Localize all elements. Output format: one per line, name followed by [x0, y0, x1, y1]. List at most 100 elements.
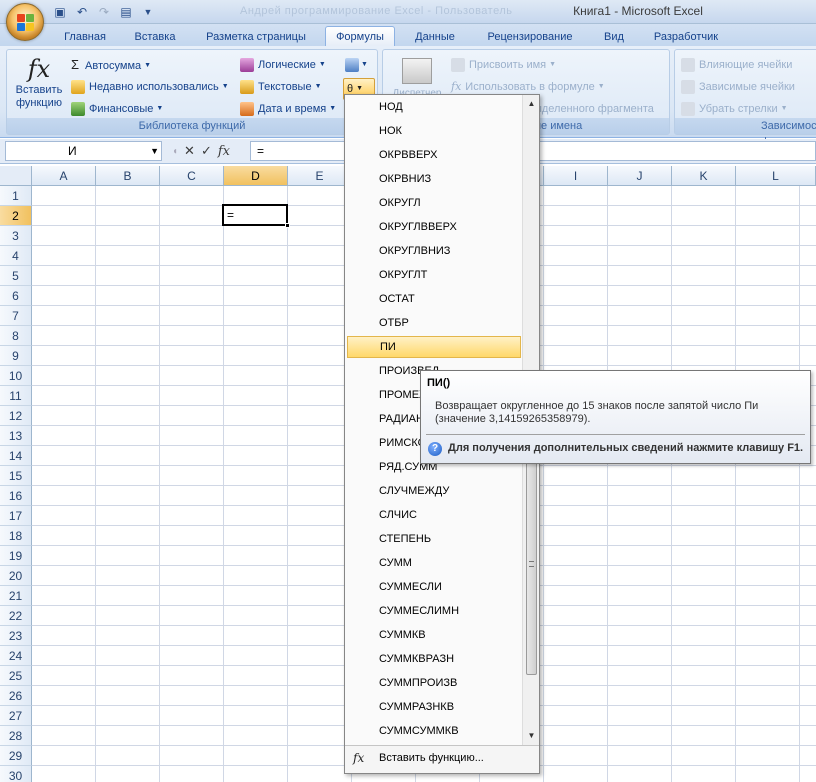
office-button[interactable]: [6, 3, 44, 41]
row-header[interactable]: 11: [0, 386, 32, 406]
function-menu-item[interactable]: СЛУЧМЕЖДУ: [347, 480, 521, 502]
function-menu-item[interactable]: СУММСУММКВ: [347, 720, 521, 742]
chevron-down-icon: ▼: [549, 61, 557, 69]
row-header[interactable]: 22: [0, 606, 32, 626]
row-header[interactable]: 27: [0, 706, 32, 726]
tab-formulas[interactable]: Формулы: [325, 26, 395, 48]
row-header[interactable]: 15: [0, 466, 32, 486]
function-menu-item[interactable]: ОКРВНИЗ: [347, 168, 521, 190]
tab-view[interactable]: Вид: [596, 28, 632, 47]
function-menu-item[interactable]: НОД: [347, 96, 521, 118]
remove-arrows-button[interactable]: Убрать стрелки ▼: [681, 100, 788, 118]
row-header[interactable]: 20: [0, 566, 32, 586]
row-header[interactable]: 19: [0, 546, 32, 566]
text-button[interactable]: Текстовые ▼: [240, 78, 322, 96]
row-header[interactable]: 24: [0, 646, 32, 666]
name-box[interactable]: И ▼: [5, 141, 162, 161]
function-menu-item[interactable]: СУММКВ: [347, 624, 521, 646]
function-menu-item[interactable]: СУММЕСЛИМН: [347, 600, 521, 622]
scroll-down-icon[interactable]: ▼: [525, 730, 538, 742]
column-header[interactable]: K: [672, 166, 736, 186]
column-header[interactable]: L: [736, 166, 816, 186]
row-header[interactable]: 16: [0, 486, 32, 506]
row-header[interactable]: 3: [0, 226, 32, 246]
function-menu-item[interactable]: ОКРВВЕРХ: [347, 144, 521, 166]
row-header[interactable]: 18: [0, 526, 32, 546]
row-header[interactable]: 9: [0, 346, 32, 366]
row-header[interactable]: 23: [0, 626, 32, 646]
row-header[interactable]: 7: [0, 306, 32, 326]
function-menu-item[interactable]: СЛЧИС: [347, 504, 521, 526]
date-time-button[interactable]: Дата и время ▼: [240, 100, 336, 118]
row-header[interactable]: 14: [0, 446, 32, 466]
chevron-down-icon[interactable]: ▼: [150, 142, 159, 160]
autosum-button[interactable]: Σ Автосумма ▼: [71, 56, 151, 74]
function-menu-item[interactable]: СТЕПЕНЬ: [347, 528, 521, 550]
row-header[interactable]: 29: [0, 746, 32, 766]
row-header[interactable]: 21: [0, 586, 32, 606]
select-all-button[interactable]: [0, 166, 32, 186]
function-menu-item[interactable]: СУММЕСЛИ: [347, 576, 521, 598]
trace-precedents-button[interactable]: Влияющие ячейки: [681, 56, 792, 74]
tab-review[interactable]: Рецензирование: [476, 28, 584, 47]
row-header[interactable]: 4: [0, 246, 32, 266]
lookup-reference-button[interactable]: ▼: [345, 56, 368, 74]
tab-page-layout[interactable]: Разметка страницы: [198, 28, 314, 47]
insert-function-menu-item[interactable]: fx Вставить функцию...: [345, 745, 539, 773]
row-header[interactable]: 25: [0, 666, 32, 686]
tab-home[interactable]: Главная: [56, 28, 114, 47]
enter-icon[interactable]: ✓: [201, 143, 212, 159]
function-menu-item[interactable]: СУММ: [347, 552, 521, 574]
row-header[interactable]: 13: [0, 426, 32, 446]
function-menu-item[interactable]: СУММПРОИЗВ: [347, 672, 521, 694]
insert-function-icon[interactable]: fx: [218, 144, 230, 159]
insert-function-button[interactable]: fx Вставить функцию: [11, 54, 67, 118]
function-menu-item[interactable]: СУММКВРАЗН: [347, 648, 521, 670]
trace-precedents-icon: [681, 58, 695, 73]
function-menu-item[interactable]: ОТБР: [347, 312, 521, 334]
function-menu-item[interactable]: ПИ: [347, 336, 521, 358]
recently-used-button[interactable]: Недавно использовались ▼: [71, 78, 229, 96]
tab-developer[interactable]: Разработчик: [644, 28, 728, 47]
column-header[interactable]: A: [32, 166, 96, 186]
function-menu-item[interactable]: ОКРУГЛВВЕРХ: [347, 216, 521, 238]
row-header[interactable]: 6: [0, 286, 32, 306]
tab-data[interactable]: Данные: [406, 28, 464, 47]
function-menu-item[interactable]: ОСТАТ: [347, 288, 521, 310]
function-menu-item[interactable]: ОКРУГЛТ: [347, 264, 521, 286]
scroll-up-icon[interactable]: ▲: [525, 98, 538, 110]
financial-button[interactable]: Финансовые ▼: [71, 100, 163, 118]
row-header[interactable]: 2: [0, 206, 32, 226]
function-menu-item[interactable]: ОКРУГЛВНИЗ: [347, 240, 521, 262]
row-header[interactable]: 10: [0, 366, 32, 386]
scroll-thumb[interactable]: [526, 460, 537, 675]
cancel-icon[interactable]: ✕: [184, 143, 195, 159]
logical-button[interactable]: Логические ▼: [240, 56, 326, 74]
function-menu-item[interactable]: ОКРУГЛ: [347, 192, 521, 214]
tab-insert[interactable]: Вставка: [126, 28, 184, 47]
remove-arrows-icon: [681, 102, 695, 117]
row-header[interactable]: 12: [0, 406, 32, 426]
formula-auditing-group: Влияющие ячейки Зависимые ячейки Убрать …: [674, 49, 816, 148]
column-header[interactable]: J: [608, 166, 672, 186]
column-header[interactable]: I: [544, 166, 608, 186]
row-header[interactable]: 28: [0, 726, 32, 746]
row-header[interactable]: 30: [0, 766, 32, 782]
column-header[interactable]: D: [224, 166, 288, 186]
row-header[interactable]: 5: [0, 266, 32, 286]
column-header[interactable]: C: [160, 166, 224, 186]
function-menu-item[interactable]: СУММРАЗНКВ: [347, 696, 521, 718]
column-header[interactable]: B: [96, 166, 160, 186]
assign-name-button[interactable]: Присвоить имя ▼: [451, 56, 556, 74]
column-gridline: [671, 186, 672, 782]
row-header[interactable]: 26: [0, 686, 32, 706]
fill-handle[interactable]: [285, 223, 290, 228]
trace-dependents-button[interactable]: Зависимые ячейки: [681, 78, 795, 96]
column-header[interactable]: E: [288, 166, 352, 186]
row-header[interactable]: 8: [0, 326, 32, 346]
active-cell-d2[interactable]: =: [222, 204, 290, 228]
row-header[interactable]: 1: [0, 186, 32, 206]
function-menu-item[interactable]: НОК: [347, 120, 521, 142]
row-header[interactable]: 17: [0, 506, 32, 526]
tooltip-description: Возвращает округленное до 15 знаков посл…: [435, 400, 759, 425]
